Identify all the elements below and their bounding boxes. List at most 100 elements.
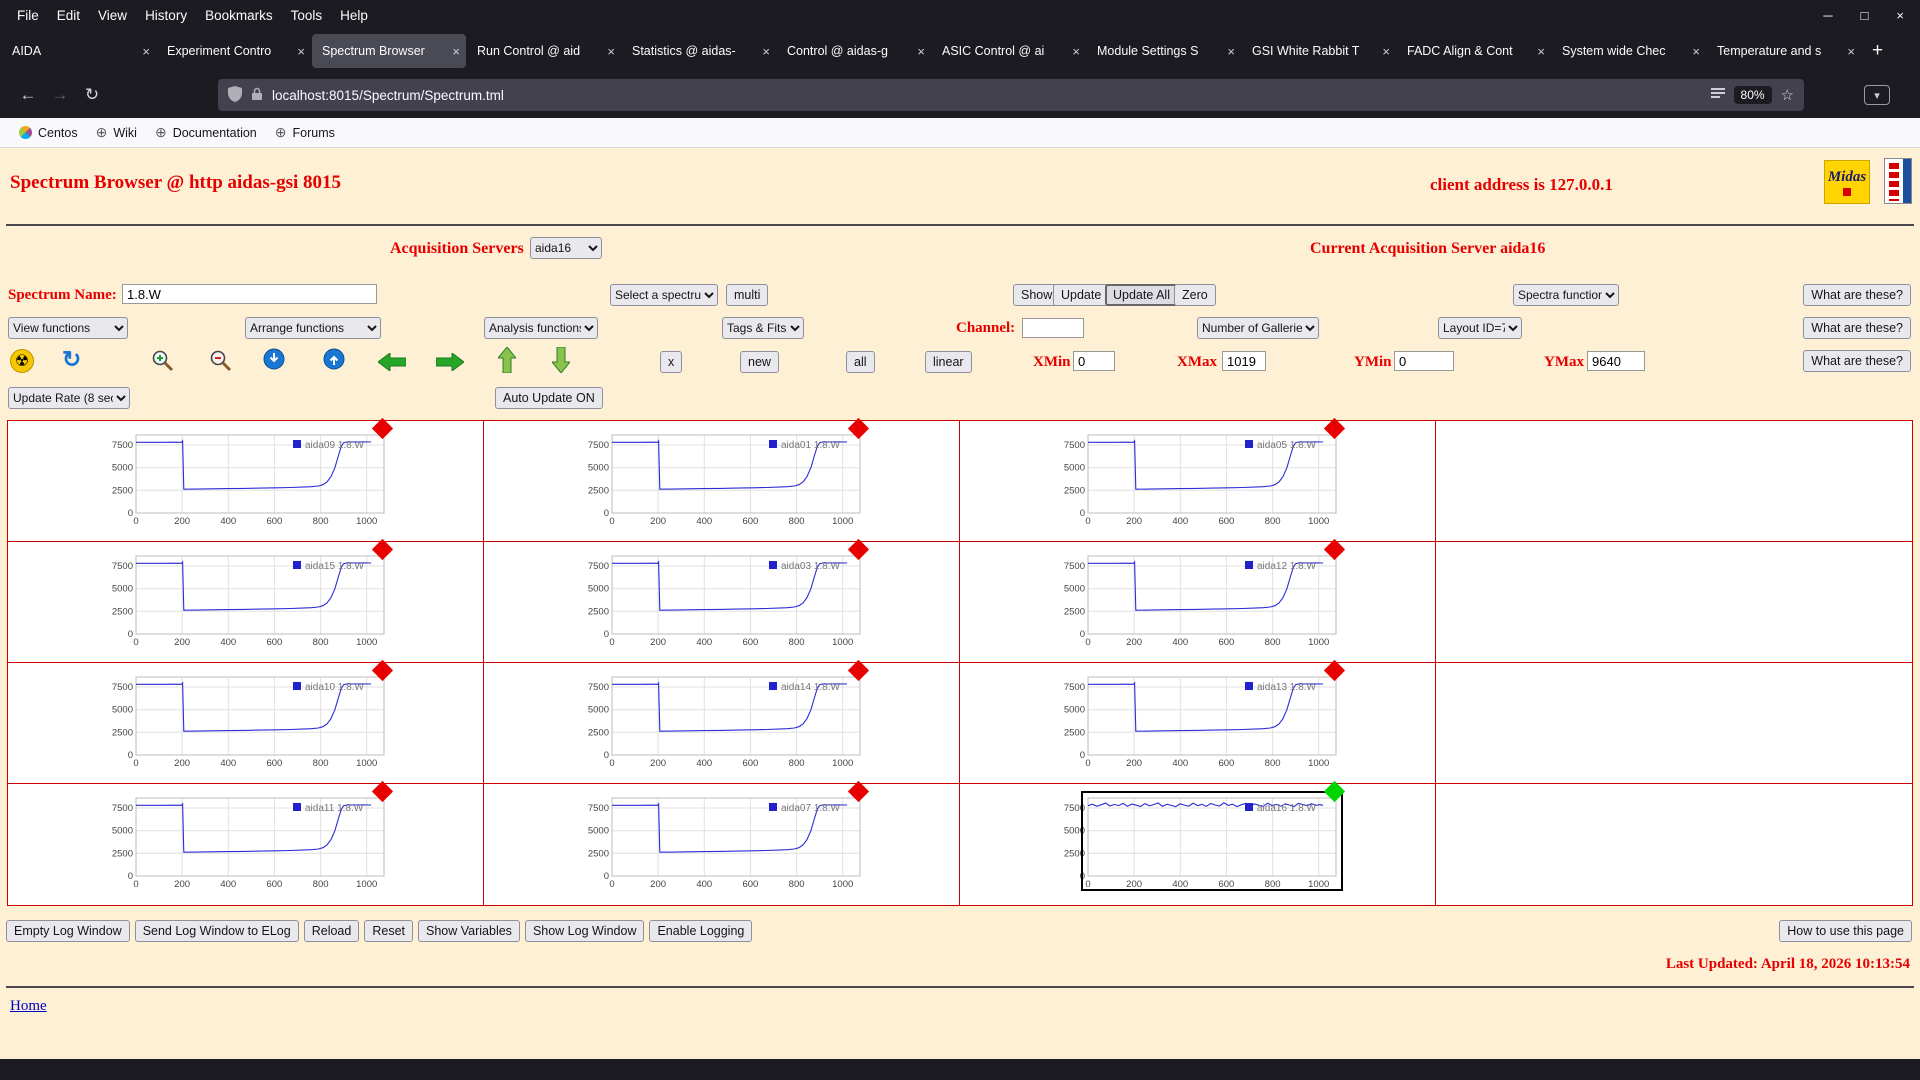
tab-close-icon[interactable]: × [452, 44, 460, 59]
home-link[interactable]: Home [10, 998, 47, 1015]
menu-edit[interactable]: Edit [48, 8, 89, 23]
spectrum-chart[interactable]: 020040060080010007500500025000aida14 1.8… [572, 669, 872, 781]
maximize-icon[interactable]: □ [1861, 8, 1869, 23]
browser-tab[interactable]: Statistics @ aidas-× [622, 34, 776, 68]
bookmark-wiki[interactable]: ⊕Wiki [87, 124, 146, 141]
what-are-these-button-3[interactable]: What are these? [1803, 350, 1911, 372]
new-tab-button[interactable]: + [1862, 40, 1893, 62]
tab-close-icon[interactable]: × [1537, 44, 1545, 59]
blue-arrow-up-icon[interactable] [322, 347, 346, 376]
tab-close-icon[interactable]: × [607, 44, 615, 59]
tags-fits-dropdown[interactable]: Tags & Fits [722, 317, 804, 339]
how-to-use-button[interactable]: How to use this page [1779, 920, 1912, 942]
auto-update-button[interactable]: Auto Update ON [495, 387, 603, 409]
lock-icon[interactable] [251, 87, 263, 104]
send-log-window-to-elog-button[interactable]: Send Log Window to ELog [135, 920, 299, 942]
spectrum-chart[interactable]: 020040060080010007500500025000aida07 1.8… [572, 790, 872, 902]
browser-tab[interactable]: Module Settings S× [1087, 34, 1241, 68]
tab-close-icon[interactable]: × [917, 44, 925, 59]
tab-close-icon[interactable]: × [1227, 44, 1235, 59]
ymin-input[interactable] [1394, 351, 1454, 371]
view-functions-dropdown[interactable]: View functions [8, 317, 128, 339]
green-arrow-left-icon[interactable] [378, 353, 406, 376]
xmin-input[interactable] [1073, 351, 1115, 371]
menu-tools[interactable]: Tools [282, 8, 332, 23]
arrange-functions-dropdown[interactable]: Arrange functions [245, 317, 381, 339]
zoom-level-badge[interactable]: 80% [1734, 86, 1772, 104]
minimize-icon[interactable]: ─ [1823, 8, 1832, 23]
select-spectrum-dropdown[interactable]: Select a spectrum [610, 284, 718, 306]
spectrum-chart[interactable]: 020040060080010007500500025000aida12 1.8… [1048, 548, 1348, 660]
url-bar[interactable]: localhost:8015/Spectrum/Spectrum.tml 80%… [218, 79, 1804, 111]
forward-button[interactable]: → [44, 85, 76, 105]
spectra-functions-dropdown[interactable]: Spectra functions [1513, 284, 1619, 306]
linear-button[interactable]: linear [925, 351, 972, 373]
zoom-in-icon[interactable] [150, 348, 176, 379]
refresh-icon[interactable]: ↻ [62, 346, 81, 373]
green-arrow-up-icon[interactable] [498, 347, 516, 378]
browser-tab[interactable]: Experiment Contro× [157, 34, 311, 68]
reader-mode-icon[interactable] [1711, 88, 1725, 103]
enable-logging-button[interactable]: Enable Logging [649, 920, 752, 942]
menu-help[interactable]: Help [331, 8, 377, 23]
menu-file[interactable]: File [8, 8, 48, 23]
layout-id-dropdown[interactable]: Layout ID=7 [1438, 317, 1522, 339]
show-variables-button[interactable]: Show Variables [418, 920, 520, 942]
menu-bookmarks[interactable]: Bookmarks [196, 8, 282, 23]
spectrum-chart[interactable]: 020040060080010007500500025000aida09 1.8… [96, 427, 396, 539]
update-rate-dropdown[interactable]: Update Rate (8 secs) [8, 387, 130, 409]
empty-log-window-button[interactable]: Empty Log Window [6, 920, 130, 942]
analysis-functions-dropdown[interactable]: Analysis functions [484, 317, 598, 339]
browser-tab[interactable]: FADC Align & Cont× [1397, 34, 1551, 68]
green-arrow-down-icon[interactable] [552, 347, 570, 378]
spectrum-chart[interactable]: 020040060080010007500500025000aida03 1.8… [572, 548, 872, 660]
browser-tab[interactable]: GSI White Rabbit T× [1242, 34, 1396, 68]
browser-tab[interactable]: System wide Chec× [1552, 34, 1706, 68]
update-all-button[interactable]: Update All [1105, 284, 1178, 306]
browser-tab[interactable]: Run Control @ aid× [467, 34, 621, 68]
channel-input[interactable] [1022, 318, 1084, 338]
tab-close-icon[interactable]: × [1382, 44, 1390, 59]
tab-close-icon[interactable]: × [1692, 44, 1700, 59]
what-are-these-button-2[interactable]: What are these? [1803, 317, 1911, 339]
browser-tab[interactable]: ASIC Control @ ai× [932, 34, 1086, 68]
zoom-out-icon[interactable] [208, 348, 234, 379]
update-button[interactable]: Update [1053, 284, 1109, 306]
bookmark-documentation[interactable]: ⊕Documentation [146, 124, 266, 141]
zero-button[interactable]: Zero [1174, 284, 1216, 306]
bookmark-star-icon[interactable]: ☆ [1781, 86, 1794, 104]
spectrum-chart[interactable]: 020040060080010007500500025000aida13 1.8… [1048, 669, 1348, 781]
sidebar-toggle-icon[interactable]: ▾ [1864, 85, 1890, 105]
bookmark-centos[interactable]: Centos [10, 124, 87, 141]
radiation-icon[interactable]: ☢ [10, 349, 34, 373]
back-button[interactable]: ← [12, 85, 44, 105]
menu-view[interactable]: View [89, 8, 136, 23]
browser-tab[interactable]: Temperature and s× [1707, 34, 1861, 68]
bookmark-forums[interactable]: ⊕Forums [266, 124, 344, 141]
x-button[interactable]: x [660, 351, 682, 373]
show-log-window-button[interactable]: Show Log Window [525, 920, 645, 942]
spectrum-chart[interactable]: 020040060080010007500500025000aida15 1.8… [96, 548, 396, 660]
acquisition-server-select[interactable]: aida16 [530, 237, 602, 259]
new-button[interactable]: new [740, 351, 779, 373]
green-arrow-right-icon[interactable] [436, 353, 464, 376]
reload-button[interactable]: Reload [304, 920, 360, 942]
blue-arrow-down-icon[interactable] [262, 347, 286, 376]
spectrum-chart[interactable]: 020040060080010007500500025000aida05 1.8… [1048, 427, 1348, 539]
spectrum-chart[interactable]: 020040060080010007500500025000aida01 1.8… [572, 427, 872, 539]
ymax-input[interactable] [1587, 351, 1645, 371]
close-icon[interactable]: × [1896, 8, 1904, 23]
tab-close-icon[interactable]: × [142, 44, 150, 59]
galleries-dropdown[interactable]: Number of Galleries [1197, 317, 1319, 339]
spectrum-chart[interactable]: 020040060080010007500500025000aida16 1.8… [1048, 790, 1348, 902]
spectrum-chart[interactable]: 020040060080010007500500025000aida11 1.8… [96, 790, 396, 902]
all-button[interactable]: all [846, 351, 875, 373]
xmax-input[interactable] [1222, 351, 1266, 371]
what-are-these-button-1[interactable]: What are these? [1803, 284, 1911, 306]
tab-close-icon[interactable]: × [1072, 44, 1080, 59]
multi-button[interactable]: multi [726, 284, 768, 306]
tab-close-icon[interactable]: × [762, 44, 770, 59]
browser-tab[interactable]: Spectrum Browser× [312, 34, 466, 68]
shield-icon[interactable] [228, 86, 242, 105]
menu-history[interactable]: History [136, 8, 196, 23]
